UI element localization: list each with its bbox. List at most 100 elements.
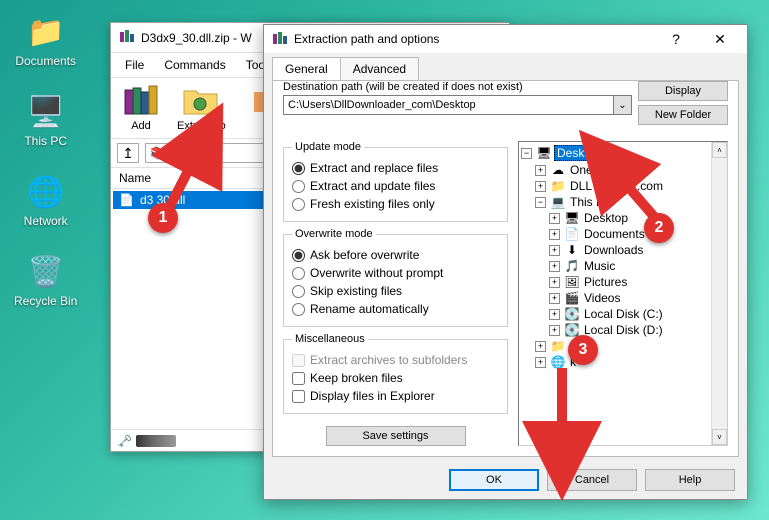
tree-item-12[interactable]: +🌐k	[521, 354, 725, 370]
folder-tree[interactable]: − 🖥 Desktop + ☁OneD + 📁DLL Do ader.com−💻Thi…	[518, 141, 728, 446]
tree-item-10[interactable]: +💽Local Disk (D:)	[521, 322, 725, 338]
label-ask-overwrite[interactable]: Ask before overwrite	[310, 248, 419, 262]
update-mode-legend: Update mode	[292, 141, 364, 153]
cancel-button[interactable]: Cancel	[547, 469, 637, 491]
tab-advanced[interactable]: Advanced	[340, 57, 419, 81]
radio-ask-overwrite[interactable]	[292, 249, 305, 262]
expander-icon[interactable]: +	[535, 181, 546, 192]
tree-node-label[interactable]: Videos	[582, 291, 622, 305]
dialog-title: Extraction path and options	[294, 32, 651, 46]
expander-icon[interactable]: +	[549, 293, 560, 304]
expander-icon[interactable]: +	[549, 261, 560, 272]
desktop-network[interactable]: 🌐 Network	[14, 174, 77, 228]
tree-item-7[interactable]: +🖼Pictures	[521, 274, 725, 290]
desktop-recycle-bin[interactable]: 🗑️ Recycle Bin	[14, 254, 77, 308]
tree-node-label[interactable]: Local Disk (D:)	[582, 323, 665, 337]
radio-skip-existing[interactable]	[292, 285, 305, 298]
radio-extract-replace[interactable]	[292, 162, 305, 175]
path-up-button[interactable]: ↥	[117, 143, 139, 163]
desktop-network-label: Network	[24, 214, 68, 228]
tree-node-icon: 🎵	[564, 259, 580, 273]
radio-extract-update[interactable]	[292, 180, 305, 193]
tree-desktop-label[interactable]: Desktop	[554, 145, 604, 161]
radio-overwrite-noprompt[interactable]	[292, 267, 305, 280]
expander-icon[interactable]: +	[549, 277, 560, 288]
radio-rename-auto[interactable]	[292, 303, 305, 316]
ok-button[interactable]: OK	[449, 469, 539, 491]
tree-node-label[interactable]: Documents	[582, 227, 647, 241]
label-keep-broken[interactable]: Keep broken files	[310, 371, 403, 385]
tree-item-1[interactable]: + 📁DLL Do ader.com	[521, 178, 725, 194]
tree-node-label[interactable]: OneD	[568, 163, 603, 177]
tree-node-label[interactable]: Music	[582, 259, 617, 273]
tree-item-4[interactable]: + 📄Documents	[521, 226, 725, 242]
tree-scrollbar[interactable]: ˄ ˅	[711, 142, 727, 445]
expander-icon[interactable]: +	[535, 165, 546, 176]
tree-item-5[interactable]: +⬇Downloads	[521, 242, 725, 258]
help-dialog-button[interactable]: Help	[645, 469, 735, 491]
tree-item-11[interactable]: +📁s	[521, 338, 725, 354]
expander-icon[interactable]: +	[549, 229, 560, 240]
tree-node-label[interactable]: Downloads	[582, 243, 645, 257]
tree-item-0[interactable]: + ☁OneD	[521, 162, 725, 178]
tree-node-label[interactable]: Pictures	[582, 275, 629, 289]
expander-icon[interactable]: +	[535, 341, 546, 352]
desktop-this-pc[interactable]: 🖥️ This PC	[14, 94, 77, 148]
expander-icon[interactable]: +	[549, 213, 560, 224]
expander-icon[interactable]: +	[549, 245, 560, 256]
tree-node-icon: 🖥	[564, 211, 580, 225]
radio-fresh-only[interactable]	[292, 198, 305, 211]
destination-path-input[interactable]	[283, 95, 614, 115]
tab-general[interactable]: General	[272, 57, 341, 81]
label-overwrite-noprompt[interactable]: Overwrite without prompt	[310, 266, 443, 280]
label-fresh-only[interactable]: Fresh existing files only	[310, 197, 435, 211]
tree-node-label[interactable]: k	[568, 355, 578, 369]
tree-node-label[interactable]: Local Disk (C:)	[582, 307, 665, 321]
tree-node-label[interactable]: DLL Do ader.com	[568, 179, 665, 193]
check-display-explorer[interactable]	[292, 390, 305, 403]
scroll-up-icon[interactable]: ˄	[712, 142, 727, 158]
new-folder-button[interactable]: New Folder	[638, 105, 728, 125]
label-skip-existing[interactable]: Skip existing files	[310, 284, 402, 298]
expander-icon[interactable]: +	[549, 325, 560, 336]
expander-icon[interactable]: +	[549, 309, 560, 320]
check-keep-broken[interactable]	[292, 372, 305, 385]
tree-node-icon: 📄	[564, 227, 580, 241]
tree-node-label[interactable]: Desktop	[582, 211, 630, 225]
tree-node-icon: 📁	[550, 179, 566, 193]
tree-node-label[interactable]: This PC	[568, 195, 615, 209]
menu-file[interactable]: File	[117, 55, 152, 75]
documents-icon: 📁	[28, 14, 64, 50]
display-button[interactable]: Display	[638, 81, 728, 101]
check-subfolders	[292, 354, 305, 367]
add-label: Add	[131, 120, 151, 132]
dll-file-icon: 📄	[119, 193, 134, 207]
close-button[interactable]: ✕	[701, 25, 739, 53]
desktop-icons: 📁 Documents 🖥️ This PC 🌐 Network 🗑️ Recy…	[14, 14, 77, 308]
tree-node-label[interactable]: s	[568, 339, 578, 353]
save-settings-button[interactable]: Save settings	[326, 426, 466, 446]
tree-desktop-root[interactable]: − 🖥 Desktop	[521, 144, 725, 162]
tree-item-3[interactable]: + 🖥Desktop	[521, 210, 725, 226]
label-extract-replace[interactable]: Extract and replace files	[310, 161, 438, 175]
scroll-down-icon[interactable]: ˅	[712, 429, 727, 445]
tree-item-2[interactable]: −💻This PC	[521, 194, 725, 210]
help-button[interactable]: ?	[657, 25, 695, 53]
desktop-documents[interactable]: 📁 Documents	[14, 14, 77, 68]
tree-item-9[interactable]: +💽Local Disk (C:)	[521, 306, 725, 322]
label-rename-auto[interactable]: Rename automatically	[310, 302, 429, 316]
expander-icon[interactable]: −	[535, 197, 546, 208]
label-extract-update[interactable]: Extract and update files	[310, 179, 435, 193]
extract-to-button[interactable]: Extract To	[175, 82, 228, 134]
extract-to-label: Extract To	[177, 120, 226, 132]
tree-item-8[interactable]: +🎬Videos	[521, 290, 725, 306]
tree-node-icon: ☁	[550, 163, 566, 177]
expander-icon[interactable]: +	[535, 357, 546, 368]
label-display-explorer[interactable]: Display files in Explorer	[310, 389, 435, 403]
misc-group: Miscellaneous Extract archives to subfol…	[283, 333, 508, 414]
add-button[interactable]: Add	[119, 82, 163, 134]
menu-commands[interactable]: Commands	[156, 55, 233, 75]
tree-item-6[interactable]: + 🎵Music	[521, 258, 725, 274]
expander-icon[interactable]: −	[521, 148, 532, 159]
destination-dropdown-button[interactable]: ⌄	[614, 95, 632, 115]
